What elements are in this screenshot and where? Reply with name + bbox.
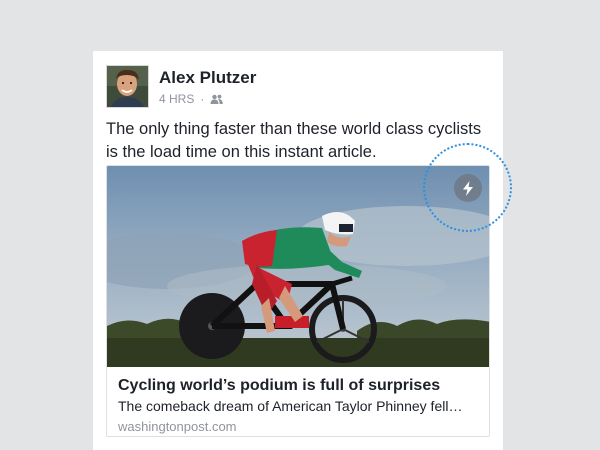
meta-separator: · bbox=[200, 92, 205, 106]
friends-icon[interactable] bbox=[210, 94, 224, 104]
link-description: The comeback dream of American Taylor Ph… bbox=[118, 398, 463, 414]
post-timestamp[interactable]: 4 HRS bbox=[159, 92, 194, 106]
feed-post-card: Alex Plutzer 4 HRS · The only thing fast… bbox=[93, 51, 503, 450]
link-info[interactable]: Cycling world’s podium is full of surpri… bbox=[118, 376, 478, 436]
link-domain: washingtonpost.com bbox=[118, 419, 237, 434]
author-name[interactable]: Alex Plutzer bbox=[159, 68, 256, 88]
post-meta: 4 HRS · bbox=[159, 92, 224, 106]
instant-article-highlight-ring bbox=[423, 143, 512, 232]
link-title[interactable]: Cycling world’s podium is full of surpri… bbox=[118, 376, 478, 396]
author-avatar[interactable] bbox=[106, 65, 149, 108]
